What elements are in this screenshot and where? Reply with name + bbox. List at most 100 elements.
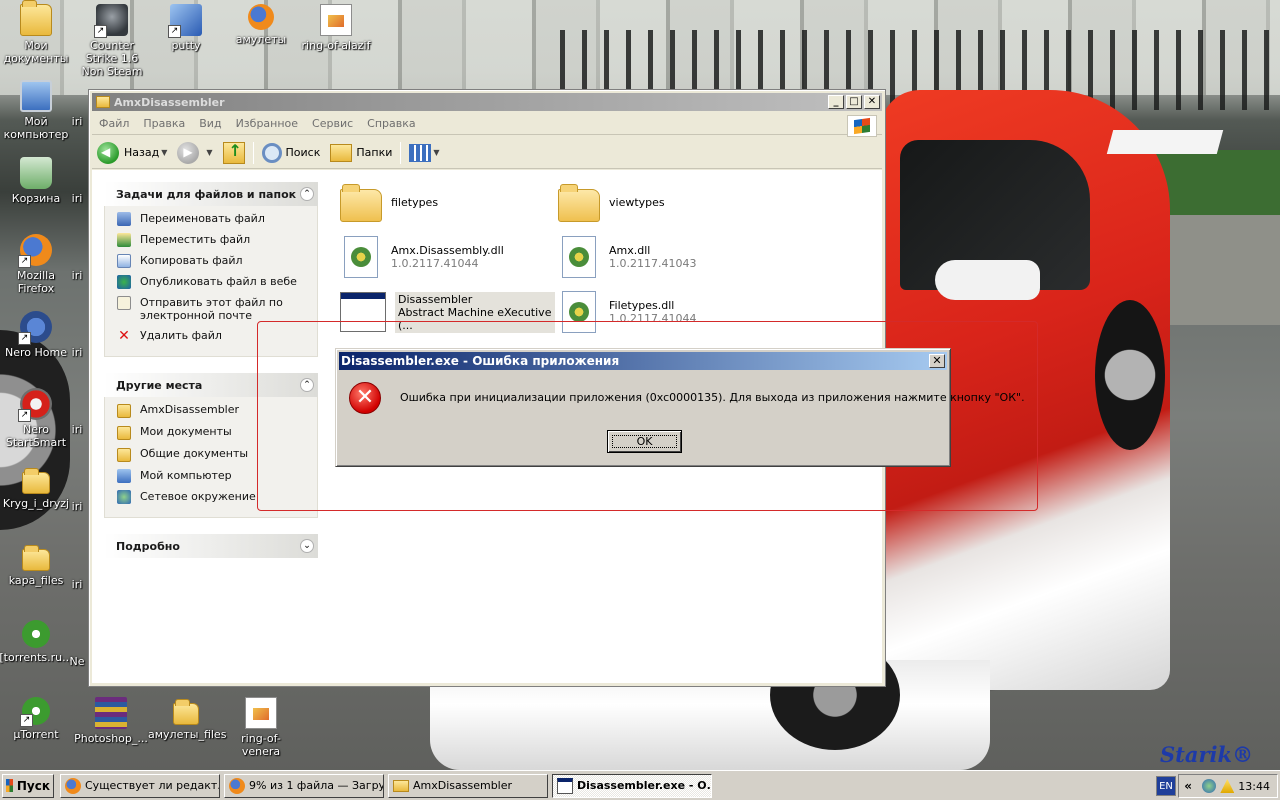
computer-icon <box>117 469 131 483</box>
toolbar-separator <box>400 141 402 164</box>
file-item-amx-dll[interactable]: Amx.dll 1.0.2117.41043 <box>558 233 773 281</box>
folder-icon <box>117 448 131 462</box>
task-email[interactable]: Отправить этот файл по электронной почте <box>117 296 307 322</box>
menu-favorites[interactable]: Избранное <box>229 117 305 130</box>
language-indicator[interactable]: EN <box>1156 776 1176 796</box>
up-folder-button[interactable] <box>218 140 250 166</box>
details-panel-header[interactable]: Подробно ⌄ <box>104 534 318 558</box>
place-shared-documents[interactable]: Общие документы <box>117 447 307 462</box>
file-item-filetypes[interactable]: filetypes <box>340 178 555 226</box>
maximize-button[interactable]: □ <box>846 95 862 109</box>
menu-view[interactable]: Вид <box>192 117 228 130</box>
wallpaper-car-spoiler <box>1106 130 1224 154</box>
close-button[interactable]: ✕ <box>864 95 880 109</box>
collapse-chevron-icon[interactable]: ⌃ <box>300 187 314 201</box>
taskbar-button-error-dialog[interactable]: Disassembler.exe - О... <box>552 773 712 798</box>
task-publish-web[interactable]: Опубликовать файл в вебе <box>117 275 307 289</box>
start-button[interactable]: Пуск <box>2 773 54 798</box>
error-dialog[interactable]: Disassembler.exe - Ошибка приложения ✕ ✕… <box>335 348 1025 467</box>
menu-tools[interactable]: Сервис <box>305 117 360 130</box>
taskbar-button-firefox-1[interactable]: Существует ли редакт... <box>60 773 220 798</box>
wallpaper-logo: Starik® <box>1160 742 1254 767</box>
dll-file-icon <box>344 236 378 278</box>
task-rename[interactable]: Переименовать файл <box>117 212 307 226</box>
menu-edit[interactable]: Правка <box>136 117 192 130</box>
close-button[interactable]: ✕ <box>929 354 945 368</box>
task-move[interactable]: Переместить файл <box>117 233 307 247</box>
folders-button[interactable]: Папки <box>325 140 397 166</box>
nero-icon <box>18 388 52 422</box>
file-item-viewtypes[interactable]: viewtypes <box>558 178 773 226</box>
wallpaper-car-wheel <box>1095 300 1165 450</box>
html-file-icon <box>248 4 274 30</box>
task-pane: Задачи для файлов и папок ⌃ Переименовать… <box>92 170 332 683</box>
back-button[interactable]: Назад▼ <box>92 140 172 166</box>
desktop-icon-firefox[interactable]: Mozilla Firefox <box>0 234 74 295</box>
places-panel: Другие места ⌃ AmxDisassembler Мои докуме… <box>104 373 318 518</box>
dropdown-arrow-icon[interactable]: ▼ <box>161 148 167 157</box>
explorer-title: AmxDisassembler <box>114 95 225 109</box>
desktop-icon-my-computer[interactable]: Мой компьютер <box>0 80 74 141</box>
tasks-panel-header[interactable]: Задачи для файлов и папок ⌃ <box>104 182 318 206</box>
image-file-icon <box>320 4 352 36</box>
folders-icon <box>330 143 353 162</box>
folder-icon <box>20 0 52 36</box>
task-delete[interactable]: ✕ Удалить файл <box>117 329 307 343</box>
file-item-disassembler-exe[interactable]: Disassembler Abstract Machine eXecutive (… <box>340 288 555 336</box>
search-icon <box>261 142 282 163</box>
clock[interactable]: 13:44 <box>1238 780 1270 793</box>
desktop-icon-nero-startsmart[interactable]: Nero StartSmart <box>0 388 74 449</box>
desktop-icon-amulety-files[interactable]: амулеты_files <box>148 697 226 741</box>
menu-file[interactable]: Файл <box>92 117 136 130</box>
desktop-icon-ring-of-venera[interactable]: ring-of-venera <box>223 697 299 758</box>
desktop-icon-ring-of-alazif[interactable]: ring-of-alazif <box>298 4 374 52</box>
forward-arrow-icon <box>177 141 200 164</box>
image-file-icon <box>245 697 277 729</box>
ok-button[interactable]: OK <box>607 430 682 453</box>
views-icon <box>409 143 432 162</box>
torrent-file-icon <box>22 620 50 648</box>
file-item-filetypes-dll[interactable]: Filetypes.dll 1.0.2117.41044 <box>558 288 773 336</box>
error-message: Ошибка при инициализации приложения (0xc… <box>400 391 1025 404</box>
folder-icon <box>22 545 50 571</box>
taskbar-button-explorer[interactable]: AmxDisassembler <box>388 773 548 798</box>
file-item-amx-disassembly-dll[interactable]: Amx.Disassembly.dll 1.0.2117.41044 <box>340 233 555 281</box>
error-icon: ✕ <box>349 382 381 414</box>
computer-icon <box>20 80 52 112</box>
desktop-icon-my-documents[interactable]: Мои документы <box>0 0 74 65</box>
dropdown-arrow-icon[interactable]: ▼ <box>206 148 212 157</box>
place-network[interactable]: Сетевое окружение <box>117 490 307 504</box>
desktop-icon-photoshop[interactable]: Photoshop_... <box>73 697 149 745</box>
desktop-icon-putty[interactable]: putty <box>148 4 224 52</box>
dropdown-arrow-icon[interactable]: ▼ <box>433 148 439 157</box>
globe-icon <box>117 275 131 289</box>
desktop-icon-amulety[interactable]: амулеты <box>223 4 299 46</box>
folder-icon <box>173 699 199 725</box>
task-copy[interactable]: Копировать файл <box>117 254 307 268</box>
application-icon <box>557 777 573 794</box>
desktop-icon-counter-strike[interactable]: Counter Strike 1.6 Non Steam <box>74 4 150 78</box>
places-panel-header[interactable]: Другие места ⌃ <box>104 373 318 397</box>
dll-file-icon <box>562 291 596 333</box>
views-button[interactable]: ▼ <box>404 140 444 166</box>
minimize-button[interactable]: _ <box>828 95 844 109</box>
menu-help[interactable]: Справка <box>360 117 422 130</box>
taskbar-button-firefox-2[interactable]: 9% из 1 файла — Загру... <box>224 773 384 798</box>
folder-icon <box>393 779 409 792</box>
place-my-documents[interactable]: Мои документы <box>117 425 307 440</box>
tasks-panel: Задачи для файлов и папок ⌃ Переименовать… <box>104 182 318 357</box>
expand-chevron-icon[interactable]: ⌄ <box>300 539 314 553</box>
place-amxdisassembler[interactable]: AmxDisassembler <box>117 403 307 418</box>
search-button[interactable]: Поиск <box>257 140 326 166</box>
network-icon[interactable] <box>1202 779 1217 793</box>
collapse-chevron-icon[interactable]: ⌃ <box>300 378 314 392</box>
network-icon <box>117 490 131 504</box>
place-my-computer[interactable]: Мой компьютер <box>117 469 307 483</box>
error-dialog-titlebar[interactable]: Disassembler.exe - Ошибка приложения ✕ <box>339 352 947 370</box>
putty-icon <box>168 4 202 38</box>
forward-button[interactable]: ▼ <box>172 140 217 166</box>
explorer-titlebar[interactable]: AmxDisassembler _ □ ✕ <box>92 93 882 111</box>
application-icon <box>340 292 386 332</box>
warning-icon[interactable] <box>1220 779 1235 793</box>
desktop-icon-utorrent[interactable]: µTorrent <box>0 697 74 741</box>
